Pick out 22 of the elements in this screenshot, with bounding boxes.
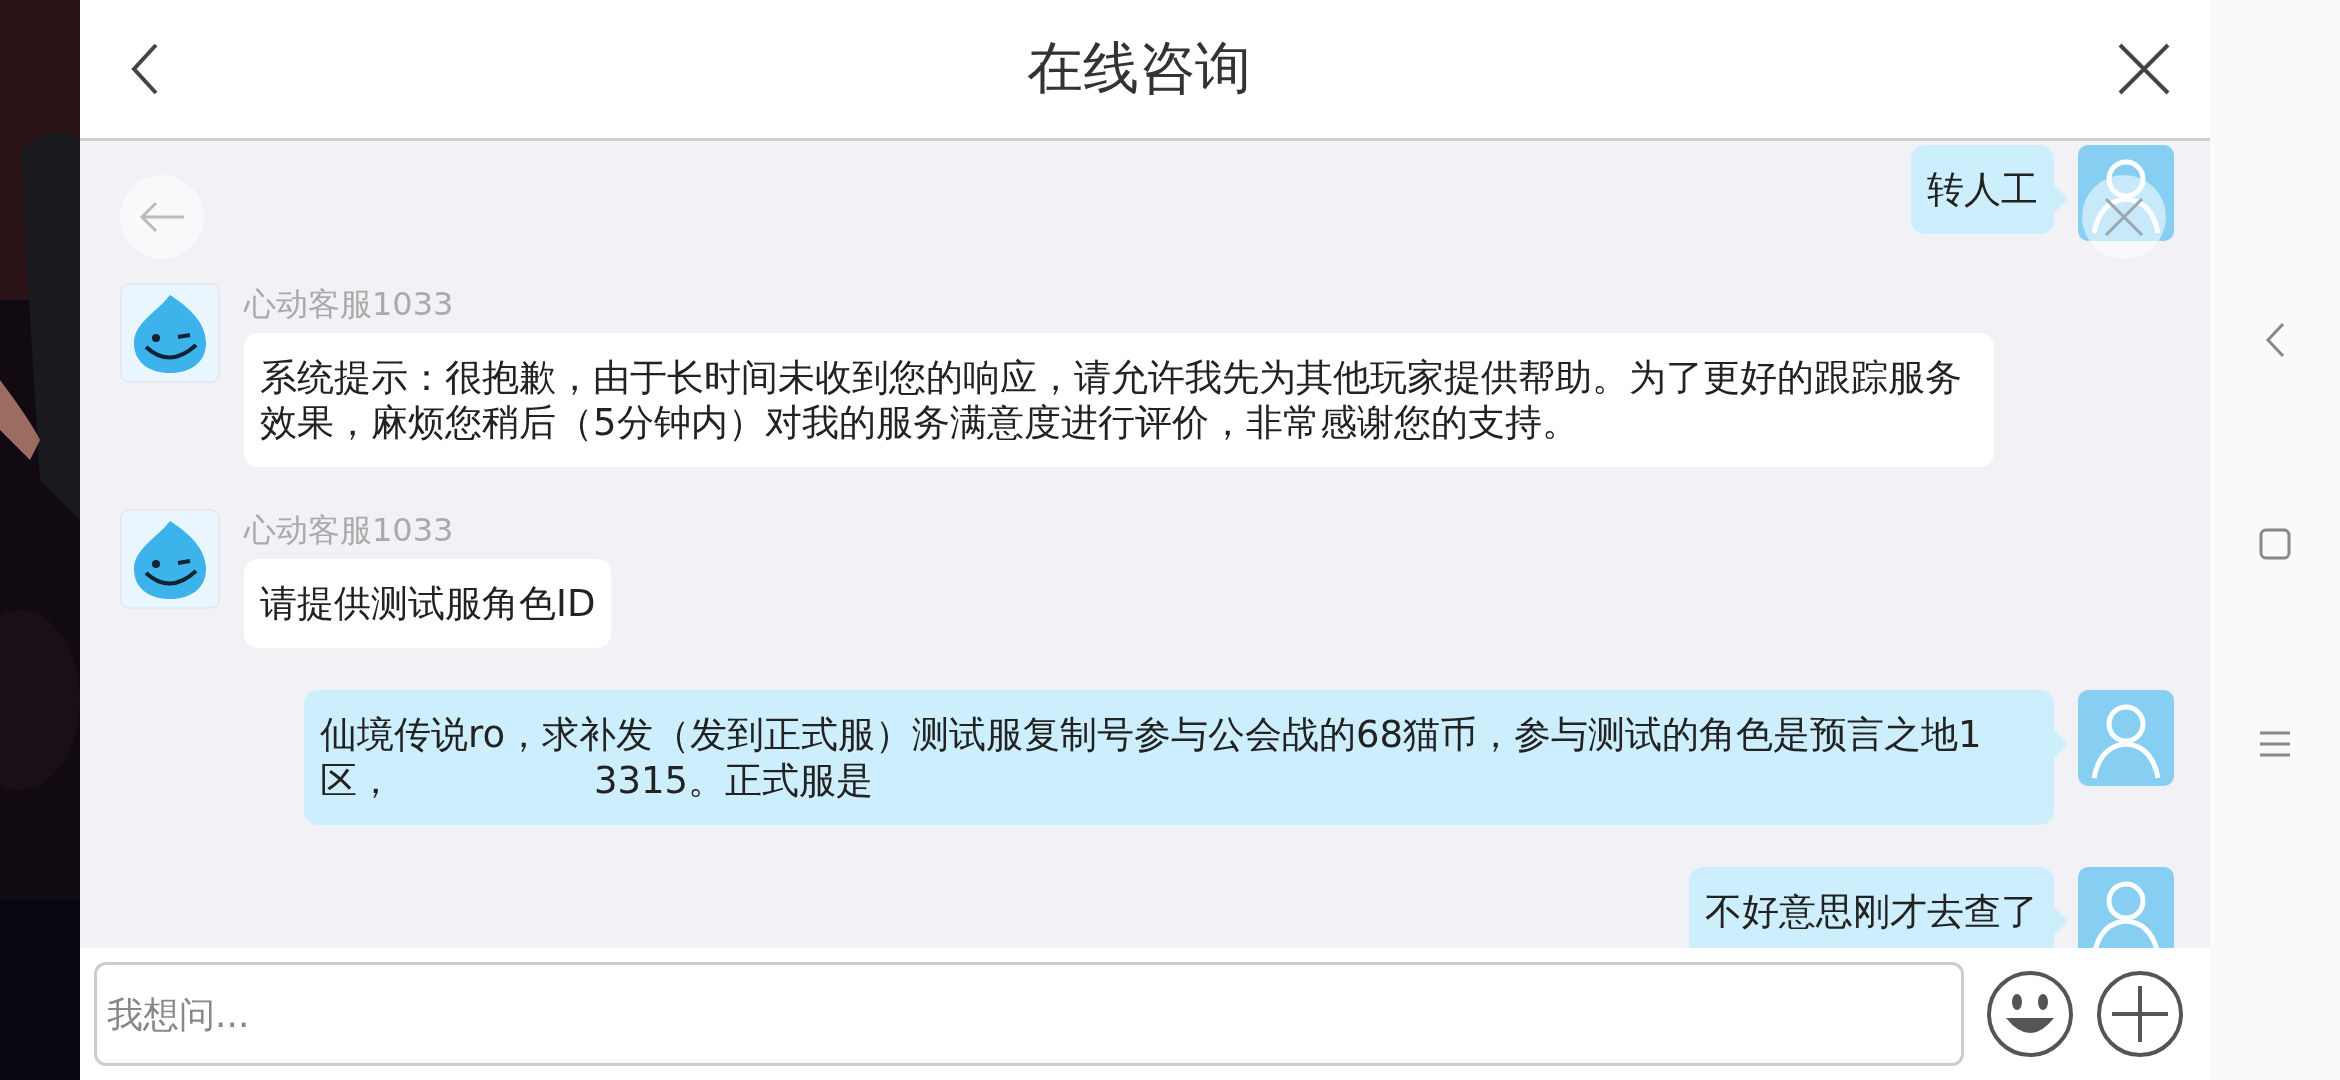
sender-name: 心动客服1033 [244,510,454,552]
smiley-icon[interactable] [1986,970,2074,1058]
back-nav-icon[interactable] [2265,322,2285,358]
menu-icon[interactable] [2258,730,2292,758]
home-nav-icon[interactable] [2259,528,2291,560]
message-bubble: 请提供测试服角色ID [244,559,612,649]
message-bubble: 系统提示：很抱歉，由于长时间未收到您的响应，请允许我先为其他玩家提供帮助。为了更好的跟踪服务效果，麻烦您稍后（5分钟内）对我的服务满意度进行评价，非常感谢您的支持。 [244,333,1994,468]
message-bubble: 仙境传说ro，求补发（发到正式服）测试服复制号参与公会战的68猫币，参与测试的角色是预言之地1区， 3315。正式服是 [304,690,2054,825]
window-title: 在线咨询 [1027,34,1251,102]
message-bubble: 不好意思刚才去查了 [1689,866,2054,948]
arrow-left-icon [138,201,186,233]
close-icon [2102,195,2146,239]
avatar-icon [2078,690,2174,787]
avatar-icon [120,509,220,610]
sender-name: 心动客服1033 [244,284,454,325]
back-icon[interactable] [130,43,160,95]
avatar-icon [120,283,220,383]
close-icon[interactable] [2118,43,2170,95]
message-bubble: 转人工 [1911,145,2054,235]
add-icon[interactable] [2096,970,2184,1058]
avatar-icon [2078,145,2174,241]
message-input[interactable]: 我想问... [94,962,1964,1066]
